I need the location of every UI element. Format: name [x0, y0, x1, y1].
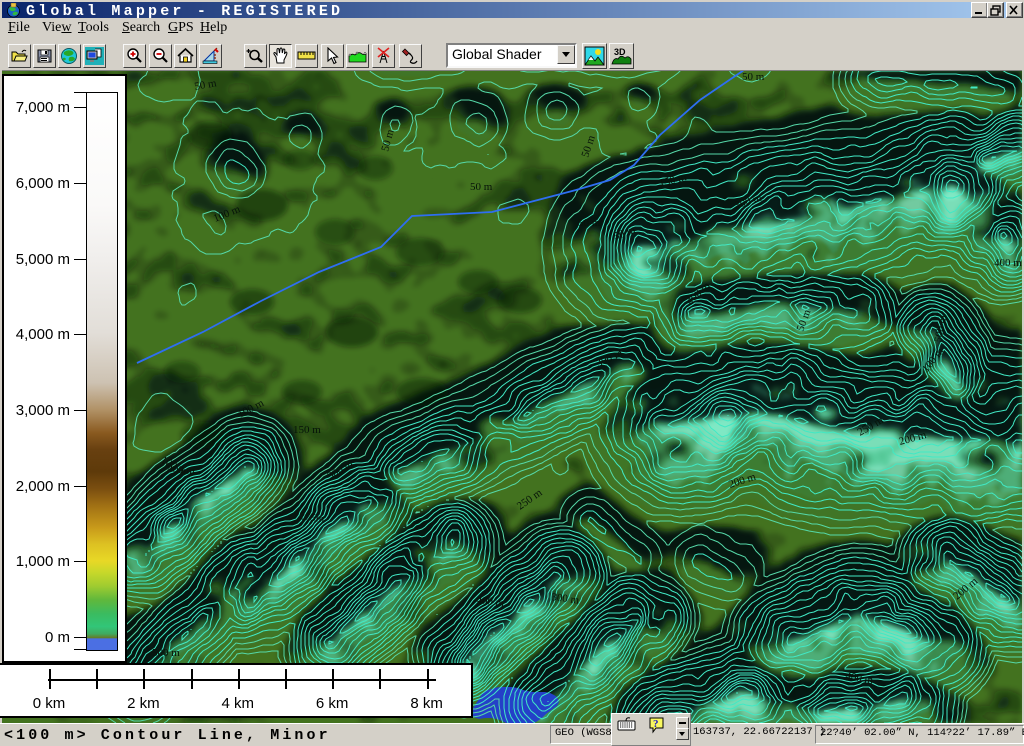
svg-text:50 m: 50 m: [742, 71, 765, 83]
svg-text:?: ?: [653, 718, 659, 730]
svg-text:400 m: 400 m: [167, 463, 196, 477]
svg-text:500 m: 500 m: [152, 647, 180, 659]
svg-text:50 m: 50 m: [470, 181, 493, 193]
svg-text:50 m: 50 m: [578, 217, 601, 229]
svg-text:3D: 3D: [614, 47, 626, 57]
svg-text:150 m: 150 m: [293, 424, 321, 436]
svg-text:400 m: 400 m: [994, 257, 1022, 269]
